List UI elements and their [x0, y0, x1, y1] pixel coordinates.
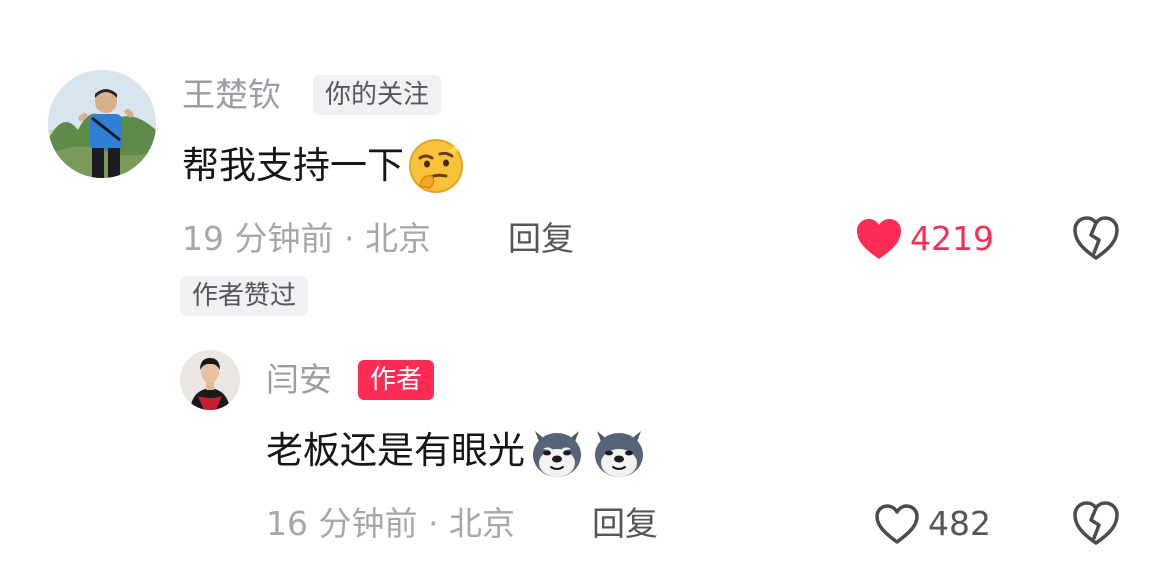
author-liked-badge: 作者赞过 — [180, 276, 309, 316]
broken-heart-icon — [1073, 216, 1119, 260]
reply-button[interactable]: 回复 — [508, 217, 574, 261]
reply-text: 老板还是有眼光 — [266, 429, 525, 472]
avatar-photo — [180, 350, 240, 410]
husky-dog-emoji — [589, 421, 649, 481]
like-button[interactable]: 482 — [874, 499, 991, 549]
avatar[interactable] — [48, 70, 156, 178]
broken-heart-icon — [1073, 501, 1119, 545]
husky-dog-emoji — [527, 421, 587, 481]
following-badge: 你的关注 — [313, 75, 442, 115]
reply-username[interactable]: 闫安 — [266, 360, 332, 400]
thinking-smirk-emoji — [406, 136, 466, 196]
dislike-button[interactable] — [1072, 215, 1120, 263]
commenter-username[interactable]: 王楚钦 — [182, 75, 281, 115]
comment-timestamp-location: 19 分钟前 · 北京 — [182, 219, 431, 258]
reply-avatar[interactable] — [180, 350, 240, 410]
dislike-button[interactable] — [1072, 500, 1120, 548]
reply-timestamp-location: 16 分钟前 · 北京 — [266, 504, 515, 543]
comment-text-row: 帮我支持一下 — [182, 136, 466, 196]
reply-text-row: 老板还是有眼光 — [266, 421, 649, 481]
author-badge: 作者 — [358, 360, 435, 400]
reply-button[interactable]: 回复 — [592, 502, 658, 546]
like-count: 4219 — [910, 219, 994, 258]
heart-filled-icon — [857, 219, 901, 259]
like-count: 482 — [928, 504, 991, 543]
avatar-photo — [48, 70, 156, 178]
heart-outline-icon — [875, 504, 919, 544]
like-button[interactable]: 4219 — [856, 214, 994, 264]
comment-text: 帮我支持一下 — [182, 144, 404, 187]
comment-thread: 王楚钦 你的关注 帮我支持一下 19 分钟前 · 北京 回复 4219 作者赞过… — [0, 0, 1170, 562]
